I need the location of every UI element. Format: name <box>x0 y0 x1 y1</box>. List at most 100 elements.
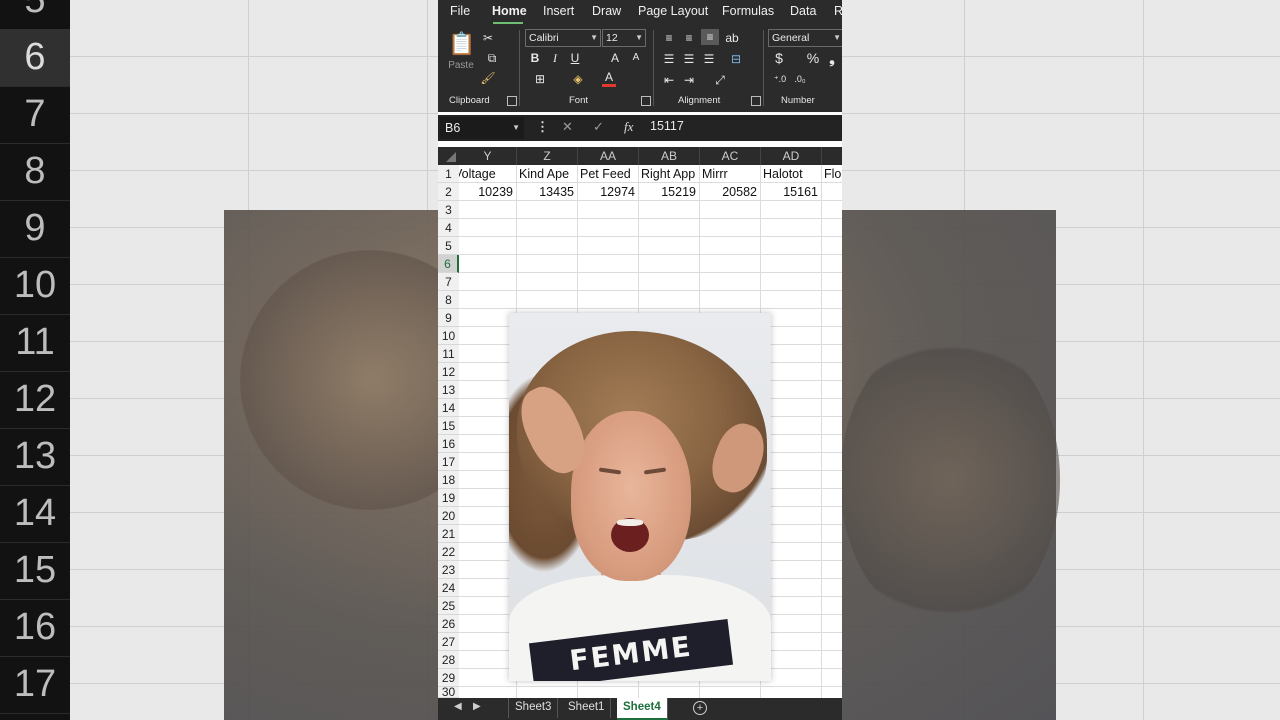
shrink-font-button[interactable]: A <box>629 50 643 66</box>
row-header[interactable]: 22 <box>438 543 459 561</box>
row-header[interactable]: 7 <box>438 273 459 291</box>
currency-button[interactable]: $ <box>772 50 786 66</box>
sheet-tab[interactable]: Sheet1 <box>562 698 612 718</box>
row-header-selected[interactable]: 6 <box>438 255 459 273</box>
font-launcher-icon[interactable] <box>641 96 651 106</box>
insert-function-button[interactable]: fx <box>624 119 633 135</box>
menu-insert[interactable]: Insert <box>543 4 574 18</box>
column-header[interactable]: AB <box>639 147 700 165</box>
align-left-icon[interactable]: ☰ <box>662 51 676 67</box>
row-header[interactable]: 29 <box>438 669 459 687</box>
row-header[interactable]: 13 <box>438 381 459 399</box>
cancel-icon[interactable]: ✕ <box>562 119 573 135</box>
menu-review[interactable]: Re <box>834 4 842 18</box>
row-header[interactable]: 20 <box>438 507 459 525</box>
row-header[interactable]: 17 <box>438 453 459 471</box>
merge-center-icon[interactable]: ⊟ <box>724 51 748 67</box>
clipboard-launcher-icon[interactable] <box>507 96 517 106</box>
row-header[interactable]: 16 <box>438 435 459 453</box>
header-cell[interactable]: Right App <box>641 165 701 183</box>
row-header[interactable]: 14 <box>438 399 459 417</box>
underline-button[interactable]: U <box>568 50 582 66</box>
row-header[interactable]: 21 <box>438 525 459 543</box>
row-header[interactable]: 9 <box>438 309 459 327</box>
sheet-tab[interactable]: Sheet3 <box>508 698 559 718</box>
value-cell[interactable]: 12974 <box>577 183 638 201</box>
align-center-icon[interactable]: ☰ <box>682 51 696 67</box>
font-name-dropdown[interactable]: Calibri ▼ <box>525 29 601 47</box>
comma-button[interactable]: ❟ <box>827 50 837 66</box>
value-cell[interactable]: 13435 <box>516 183 577 201</box>
font-color-button[interactable]: A <box>602 70 616 87</box>
menu-file[interactable]: File <box>450 4 470 18</box>
font-size-dropdown[interactable]: 12 ▼ <box>602 29 646 47</box>
fill-color-icon[interactable]: ◈ <box>566 71 590 87</box>
row-header[interactable]: 27 <box>438 633 459 651</box>
row-header[interactable]: 19 <box>438 489 459 507</box>
italic-button[interactable]: I <box>548 50 562 66</box>
enter-icon[interactable]: ✓ <box>593 119 604 135</box>
orientation-icon[interactable]: ⤢ <box>708 72 732 88</box>
align-top-icon[interactable]: ≡ <box>662 30 676 46</box>
wrap-text-icon[interactable]: ab <box>725 30 739 46</box>
increase-decimal-icon[interactable]: ⁺.0 <box>772 71 788 87</box>
decrease-indent-icon[interactable]: ⇤ <box>662 72 676 88</box>
row-header[interactable]: 25 <box>438 597 459 615</box>
percent-button[interactable]: % <box>805 50 821 66</box>
column-header[interactable]: AC <box>700 147 761 165</box>
row-header[interactable]: 23 <box>438 561 459 579</box>
scroll-left-icon[interactable]: ◀ <box>454 701 462 712</box>
row-header[interactable]: 30 <box>438 687 459 698</box>
row-header[interactable]: 24 <box>438 579 459 597</box>
row-header[interactable]: 26 <box>438 615 459 633</box>
cut-icon[interactable]: ✂ <box>480 30 496 46</box>
scroll-right-icon[interactable]: ▶ <box>473 701 481 712</box>
sheet-tab-active[interactable]: Sheet4 <box>617 698 668 720</box>
menu-draw[interactable]: Draw <box>592 4 621 18</box>
row-header[interactable]: 10 <box>438 327 459 345</box>
value-cell[interactable]: 15161 <box>760 183 821 201</box>
copy-icon[interactable]: ⧉ <box>480 50 504 66</box>
align-middle-icon[interactable]: ≡ <box>682 30 696 46</box>
menu-formulas[interactable]: Formulas <box>722 4 774 18</box>
decrease-decimal-icon[interactable]: .0₀ <box>792 71 808 87</box>
column-header[interactable]: AD <box>761 147 822 165</box>
format-painter-icon[interactable]: 🖌 <box>480 70 496 86</box>
row-header[interactable]: 4 <box>438 219 459 237</box>
header-cell[interactable]: Mirrr <box>702 165 760 183</box>
value-cell[interactable]: 10239 <box>459 183 516 201</box>
menu-page-layout[interactable]: Page Layout <box>638 4 708 18</box>
alignment-launcher-icon[interactable] <box>751 96 761 106</box>
row-header[interactable]: 18 <box>438 471 459 489</box>
bold-button[interactable]: B <box>528 50 542 66</box>
row-header[interactable]: 2 <box>438 183 459 201</box>
value-cell[interactable]: 15219 <box>638 183 699 201</box>
column-header[interactable]: Y <box>459 147 517 165</box>
more-options-icon[interactable]: ⋮ <box>536 119 549 135</box>
borders-icon[interactable]: ⊞ <box>528 71 552 87</box>
select-all-button[interactable] <box>438 147 459 165</box>
header-cell[interactable]: Kind Ape <box>519 165 577 183</box>
row-header[interactable]: 5 <box>438 237 459 255</box>
header-cell[interactable]: Flo <box>824 165 842 183</box>
formula-input[interactable]: 15117 <box>650 119 684 133</box>
column-header[interactable]: AA <box>578 147 639 165</box>
name-box[interactable]: B6 ▼ <box>440 117 524 139</box>
header-cell[interactable]: Pet Feed <box>580 165 638 183</box>
row-header[interactable]: 28 <box>438 651 459 669</box>
grow-font-button[interactable]: A <box>608 50 622 66</box>
row-header[interactable]: 8 <box>438 291 459 309</box>
header-cell[interactable]: Voltage <box>454 165 516 183</box>
align-right-icon[interactable]: ☰ <box>702 51 716 67</box>
row-header[interactable]: 15 <box>438 417 459 435</box>
menu-home[interactable]: Home <box>492 4 527 18</box>
number-format-dropdown[interactable]: General ▼ <box>768 29 842 47</box>
paste-icon[interactable]: 📋 <box>448 30 475 60</box>
paste-label[interactable]: Paste <box>442 58 480 74</box>
row-header[interactable]: 1 <box>438 165 459 183</box>
align-bottom-icon[interactable]: ≡ <box>701 29 719 45</box>
header-cell[interactable]: Halotot <box>763 165 821 183</box>
row-header[interactable]: 12 <box>438 363 459 381</box>
row-header[interactable]: 3 <box>438 201 459 219</box>
column-header[interactable]: Z <box>517 147 578 165</box>
